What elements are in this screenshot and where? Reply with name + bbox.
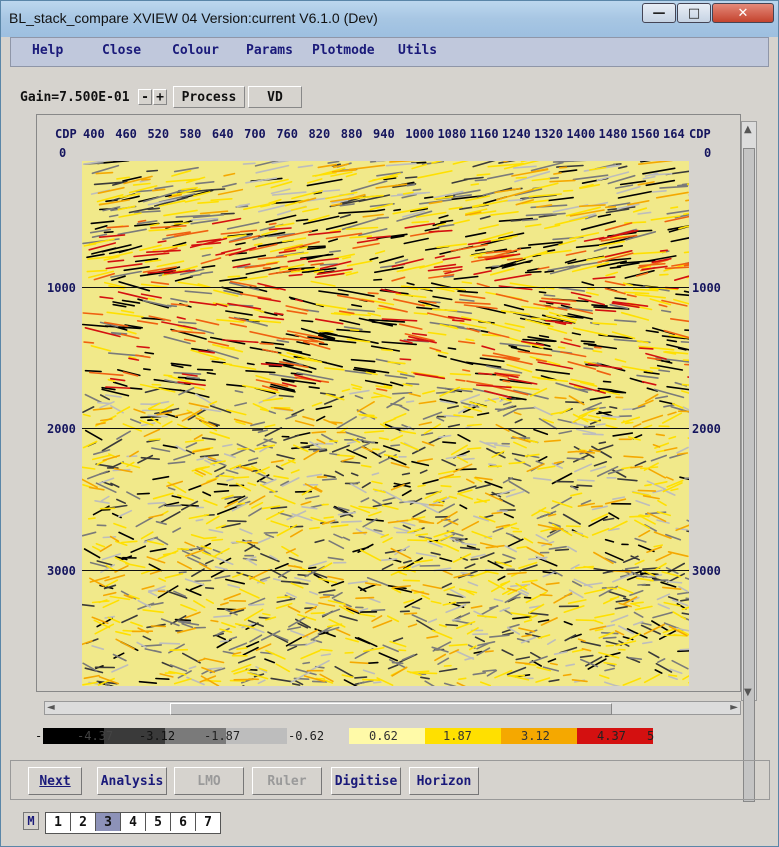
analysis-button[interactable]: Analysis [97, 767, 167, 795]
cdp-axis-label-left: CDP [55, 127, 77, 141]
maximize-icon: □ [687, 5, 701, 21]
menu-help[interactable]: Help [32, 43, 63, 58]
close-window-button[interactable]: ✕ [712, 3, 774, 23]
minimize-button[interactable]: — [642, 3, 676, 23]
menu-bar: Help Close Colour Params Plotmode Utils [10, 37, 769, 67]
process-button[interactable]: Process [173, 86, 245, 108]
colorbar-end-min: - [35, 729, 43, 743]
timing-line-1000 [82, 287, 689, 288]
minimize-icon: — [652, 5, 666, 21]
cdp-tick-1480: 1480 [598, 127, 628, 141]
time-tick-right-0: 0 [704, 146, 712, 160]
close-icon: ✕ [737, 5, 749, 21]
app-window: BL_stack_compare XVIEW 04 Version:curren… [0, 0, 779, 847]
vertical-scrollbar[interactable]: ▲ ▼ [741, 121, 757, 802]
cdp-tick-880: 880 [340, 127, 363, 141]
horizontal-scrollbar[interactable]: ◄ ► [44, 701, 741, 715]
horizontal-scroll-thumb[interactable] [170, 703, 612, 715]
page-button-4[interactable]: 4 [121, 813, 146, 831]
lmo-label: LMO [197, 773, 221, 789]
cdp-tick-1560: 1560 [630, 127, 660, 141]
cdp-tick-1320: 1320 [534, 127, 564, 141]
page-button-1[interactable]: 1 [46, 813, 71, 831]
vd-button[interactable]: VD [248, 86, 302, 108]
scroll-down-icon[interactable]: ▼ [744, 687, 752, 698]
timing-line-2000 [82, 428, 689, 429]
page-button-3[interactable]: 3 [96, 813, 121, 831]
cdp-tick-1160: 1160 [469, 127, 499, 141]
menu-close[interactable]: Close [102, 43, 141, 58]
cdp-tick-940: 940 [373, 127, 395, 141]
horizon-button[interactable]: Horizon [409, 767, 479, 795]
digitise-label: Digitise [334, 773, 398, 789]
scroll-up-icon[interactable]: ▲ [744, 124, 752, 135]
cdp-tick-580: 580 [179, 127, 202, 141]
next-button[interactable]: Next [28, 767, 82, 795]
colorbar-label-2: -1.87 [204, 729, 241, 743]
seismic-section[interactable] [82, 161, 689, 686]
colorbar-label-3: -0.62 [288, 729, 325, 743]
scroll-right-icon[interactable]: ► [730, 702, 738, 713]
gain-value: Gain=7.500E-01 [20, 90, 130, 105]
colorbar-label-5: 1.87 [443, 729, 472, 743]
cdp-tick-1080: 1080 [437, 127, 467, 141]
cdp-tick-760: 760 [276, 127, 299, 141]
cdp-tick-640: 640 [211, 127, 234, 141]
cdp-tick-1000: 1000 [405, 127, 435, 141]
time-tick-left-0: 0 [59, 146, 67, 160]
next-label: Next [39, 773, 71, 789]
cdp-tick-820: 820 [308, 127, 331, 141]
page-button-7[interactable]: 7 [196, 813, 220, 831]
maximize-button[interactable]: □ [677, 3, 711, 23]
page-selector: 1 2 3 4 5 6 7 [45, 812, 221, 834]
time-tick-left-3000: 3000 [47, 564, 76, 578]
cdp-tick-164: 164 [663, 127, 685, 141]
menu-params[interactable]: Params [246, 43, 293, 58]
digitise-button[interactable]: Digitise [331, 767, 401, 795]
colorbar-label-0: -4.37 [77, 729, 114, 743]
page-button-2[interactable]: 2 [71, 813, 96, 831]
time-tick-right-3000: 3000 [692, 564, 721, 578]
gain-decrease-button[interactable]: - [138, 89, 152, 105]
colorbar-label-7: 4.37 [597, 729, 626, 743]
analysis-label: Analysis [100, 773, 164, 789]
timing-line-3000 [82, 570, 689, 571]
time-tick-left-1000: 1000 [47, 281, 76, 295]
cdp-tick-700: 700 [244, 127, 266, 141]
vertical-scroll-thumb[interactable] [743, 148, 755, 802]
menu-plotmode[interactable]: Plotmode [312, 43, 375, 58]
seismic-texture [82, 161, 689, 686]
cdp-tick-1400: 1400 [566, 127, 596, 141]
colorbar-label-4: 0.62 [369, 729, 398, 743]
cdp-tick-520: 520 [147, 127, 170, 141]
lmo-button[interactable]: LMO [174, 767, 244, 795]
menu-utils[interactable]: Utils [398, 43, 437, 58]
time-tick-right-1000: 1000 [692, 281, 721, 295]
mode-button[interactable]: M [23, 812, 39, 830]
cdp-tick-400: 400 [83, 127, 105, 141]
cdp-axis-label-right: CDP [689, 127, 711, 141]
colorbar-label-6: 3.12 [521, 729, 550, 743]
cdp-tick-460: 460 [115, 127, 137, 141]
menu-colour[interactable]: Colour [172, 43, 219, 58]
colorbar-end-max: 5 [647, 729, 655, 743]
horizon-label: Horizon [416, 773, 472, 789]
window-title: BL_stack_compare XVIEW 04 Version:curren… [9, 10, 378, 26]
ruler-button[interactable]: Ruler [252, 767, 322, 795]
cdp-tick-1240: 1240 [501, 127, 531, 141]
time-tick-right-2000: 2000 [692, 422, 721, 436]
page-button-6[interactable]: 6 [171, 813, 196, 831]
ruler-label: Ruler [267, 773, 307, 789]
title-bar: BL_stack_compare XVIEW 04 Version:curren… [1, 1, 778, 37]
gain-increase-button[interactable]: + [153, 89, 167, 105]
time-tick-left-2000: 2000 [47, 422, 76, 436]
colorbar-label-1: -3.12 [139, 729, 176, 743]
page-button-5[interactable]: 5 [146, 813, 171, 831]
scroll-left-icon[interactable]: ◄ [47, 702, 55, 713]
